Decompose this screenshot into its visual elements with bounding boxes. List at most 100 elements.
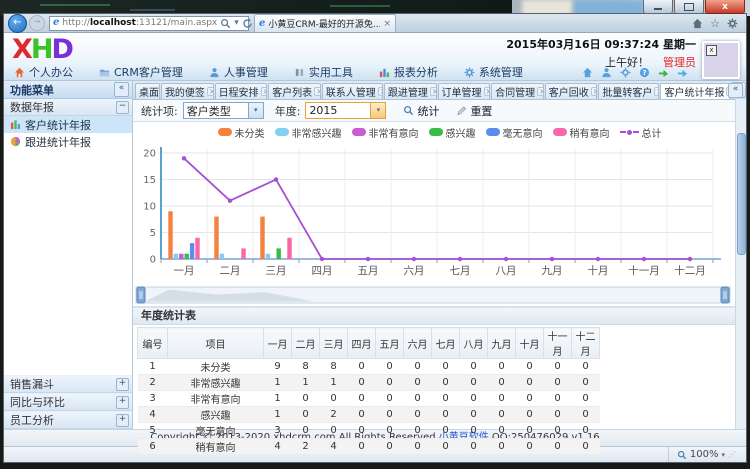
gear-icon[interactable] bbox=[727, 18, 738, 29]
tab-6[interactable]: 跟进管理× bbox=[383, 83, 437, 99]
column-header: 二月 bbox=[291, 327, 320, 359]
menu-item-label: 实用工具 bbox=[308, 66, 353, 79]
forward-button[interactable]: → bbox=[29, 15, 45, 31]
table-cell: 0 bbox=[291, 422, 320, 439]
home-icon[interactable] bbox=[692, 18, 703, 29]
table-cell: 0 bbox=[347, 406, 376, 423]
table-cell: 0 bbox=[431, 374, 460, 391]
back-button[interactable]: ← bbox=[8, 13, 27, 33]
annual-table-panel: 年度统计表 编号 项目 一月 二月 三月 四月 五月 六月 七月 八月 九月 十月 十一月 十二月 1 未分… bbox=[133, 308, 746, 455]
scrollbar-thumb[interactable] bbox=[737, 133, 746, 255]
sidebar-group-3[interactable]: 员工分析 + bbox=[4, 411, 132, 429]
table-cell: 0 bbox=[375, 390, 404, 407]
star-icon[interactable]: ☆ bbox=[710, 17, 720, 30]
address-bar[interactable]: e http://localhost:13121/main.aspx ▾ bbox=[49, 15, 252, 31]
legend-item[interactable]: 稍有意向 bbox=[552, 125, 610, 140]
tab-close-icon[interactable]: × bbox=[377, 87, 382, 96]
pencil-icon bbox=[456, 105, 467, 116]
minimize-button[interactable] bbox=[643, 0, 673, 14]
sidebar-group-1[interactable]: 销售漏斗 + bbox=[4, 375, 132, 393]
legend-item[interactable]: 非常感兴趣 bbox=[274, 125, 342, 140]
tab-close-icon[interactable]: × bbox=[260, 87, 267, 96]
search-icon[interactable] bbox=[220, 18, 231, 29]
sidebar-item-2[interactable]: 跟进统计年报 bbox=[4, 133, 132, 150]
table-row[interactable]: 3 非常有意向 1 0 0 0 0 0 0 0 0 0 0 0 bbox=[137, 390, 600, 407]
stat-item-select[interactable]: 客户类型 ▾ bbox=[182, 102, 264, 119]
tab-close-icon[interactable]: × bbox=[654, 87, 659, 96]
datazoom-left-handle[interactable] bbox=[136, 286, 146, 304]
tab-5[interactable]: 联系人管理× bbox=[321, 83, 383, 99]
datazoom-right-handle[interactable] bbox=[720, 286, 730, 304]
refresh-icon[interactable] bbox=[242, 18, 253, 29]
table-cell: 1 bbox=[319, 374, 348, 391]
menu-item-4[interactable]: 实用工具 bbox=[294, 64, 353, 80]
datazoom-slider[interactable] bbox=[135, 286, 731, 304]
table-cell: 0 bbox=[543, 358, 572, 375]
tab-11[interactable]: 客户统计年报× bbox=[660, 83, 731, 99]
sidebar-item-1[interactable]: 客户统计年报 bbox=[4, 116, 132, 133]
table-row[interactable]: 2 非常感兴趣 1 1 1 0 0 0 0 0 0 0 0 0 bbox=[137, 374, 600, 391]
table-row[interactable]: 1 未分类 9 8 8 0 0 0 0 0 0 0 0 0 bbox=[137, 358, 600, 375]
table-cell: 0 bbox=[291, 390, 320, 407]
table-cell: 0 bbox=[543, 438, 572, 455]
vertical-scrollbar[interactable] bbox=[735, 99, 746, 429]
stat-button[interactable]: 统计 bbox=[403, 103, 439, 119]
tab-4[interactable]: 客户列表× bbox=[268, 83, 321, 99]
legend-item[interactable]: 毫无意向 bbox=[485, 125, 543, 140]
table-cell: 8 bbox=[291, 358, 320, 375]
tab-close-icon[interactable]: × bbox=[483, 87, 490, 96]
sidebar-group-2[interactable]: 同比与环比 + bbox=[4, 393, 132, 411]
table-row[interactable]: 5 毫无意向 3 0 0 0 0 0 0 0 0 0 0 0 bbox=[137, 422, 600, 439]
chevron-down-icon[interactable]: ▾ bbox=[370, 103, 386, 118]
tab-7[interactable]: 订单管理× bbox=[437, 83, 491, 99]
menu-item-2[interactable]: CRM客户管理 bbox=[99, 64, 183, 80]
expand-group-icon[interactable]: + bbox=[116, 395, 129, 409]
sidebar-group-data-annual[interactable]: 数据年报 − bbox=[4, 99, 132, 116]
legend-item[interactable]: 未分类 bbox=[217, 125, 265, 140]
sidebar-collapse-button[interactable]: « bbox=[114, 82, 129, 97]
tab-10[interactable]: 批量转客户× bbox=[598, 83, 660, 99]
svg-text:十月: 十月 bbox=[588, 264, 609, 277]
tab-close-icon[interactable]: × bbox=[314, 87, 320, 96]
username[interactable]: 管理员 bbox=[663, 56, 696, 69]
reset-button[interactable]: 重置 bbox=[456, 103, 492, 119]
table-row[interactable]: 4 感兴趣 1 0 2 0 0 0 0 0 0 0 0 0 bbox=[137, 406, 600, 423]
close-button[interactable]: x bbox=[705, 0, 745, 14]
menu-item-1[interactable]: 个人办公 bbox=[14, 64, 73, 80]
column-header: 七月 bbox=[431, 327, 460, 359]
menu-item-5[interactable]: 报表分析 bbox=[379, 64, 438, 80]
tab-label: 日程安排 bbox=[218, 88, 259, 99]
expand-group-icon[interactable]: + bbox=[116, 377, 129, 391]
tab-close-icon[interactable]: × bbox=[590, 87, 597, 96]
sidebar-group-label: 员工分析 bbox=[10, 414, 54, 427]
chevron-down-icon[interactable]: ▾ bbox=[234, 18, 239, 28]
avatar: x bbox=[702, 41, 740, 79]
tab-close-icon[interactable]: × bbox=[537, 87, 543, 96]
legend-item[interactable]: 感兴趣 bbox=[428, 125, 476, 140]
chevron-down-icon[interactable]: ▾ bbox=[247, 103, 263, 118]
table-cell: 0 bbox=[571, 358, 600, 375]
expand-group-icon[interactable]: + bbox=[116, 413, 129, 427]
browser-tab-close-icon[interactable]: × bbox=[383, 19, 391, 29]
table-row[interactable]: 6 稍有意向 4 2 4 0 0 0 0 0 0 0 0 0 bbox=[137, 438, 600, 455]
year-select[interactable]: 2015 ▾ bbox=[305, 102, 387, 119]
tab-close-icon[interactable]: × bbox=[429, 87, 436, 96]
legend-item-total[interactable]: 总计 bbox=[619, 125, 662, 140]
tab-2[interactable]: 我的便签× bbox=[160, 83, 214, 99]
table-cell: 0 bbox=[403, 358, 432, 375]
tab-3[interactable]: 日程安排× bbox=[214, 83, 268, 99]
column-header: 九月 bbox=[487, 327, 516, 359]
tab-9[interactable]: 客户回收× bbox=[544, 83, 598, 99]
maximize-button[interactable] bbox=[674, 0, 704, 14]
table-cell: 0 bbox=[515, 358, 544, 375]
tab-close-icon[interactable]: × bbox=[206, 87, 213, 96]
collapse-group-icon[interactable]: − bbox=[116, 100, 129, 114]
browser-tab[interactable]: e 小黄豆CRM-最好的开源免... × bbox=[254, 14, 396, 32]
legend-item[interactable]: 非常有意向 bbox=[351, 125, 419, 140]
tab-8[interactable]: 合同管理× bbox=[491, 83, 544, 99]
table-cell: 0 bbox=[487, 358, 516, 375]
tools-icon bbox=[294, 67, 305, 78]
tab-1[interactable]: 桌面 bbox=[135, 83, 160, 99]
menu-item-3[interactable]: 人事管理 bbox=[209, 64, 268, 80]
east-collapse-button[interactable]: « bbox=[728, 83, 743, 98]
